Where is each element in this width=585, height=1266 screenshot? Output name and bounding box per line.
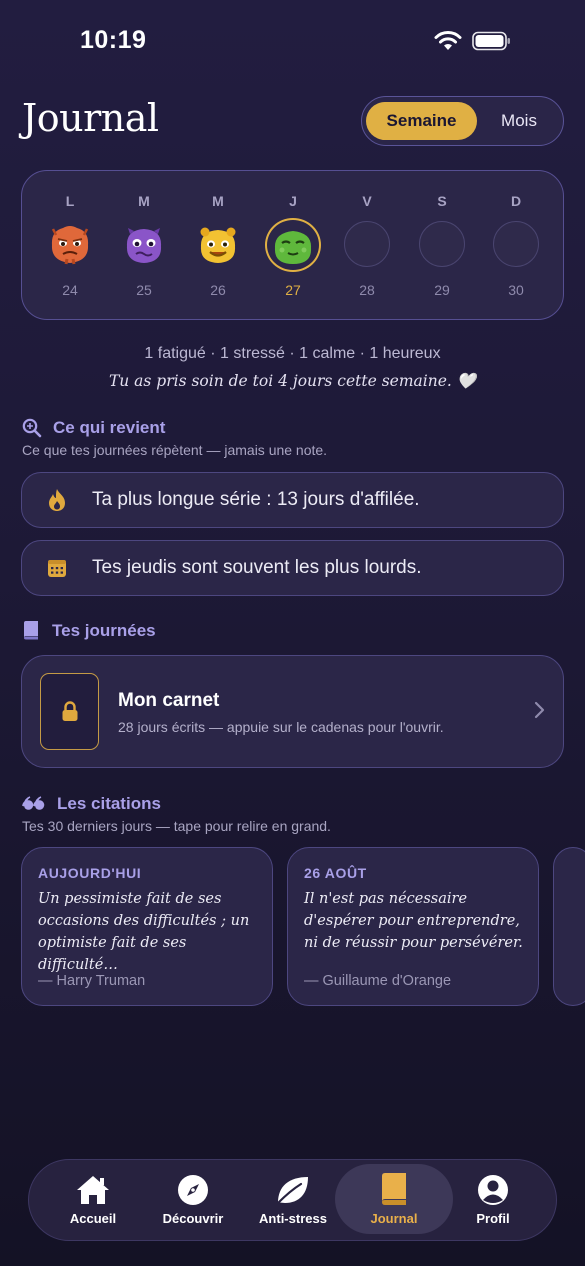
recurring-section-subtitle: Ce que tes journées répètent — jamais un… [22,442,328,458]
insight-weekday-card[interactable]: Tes jeudis sont souvent les plus lourds. [21,540,564,596]
stressed-monster-icon [126,228,162,263]
day-friday[interactable]: V 28 [337,171,397,321]
day-tuesday[interactable]: M 25 [114,171,174,321]
recurring-section-title: Ce qui revient [53,418,166,437]
flame-icon [49,489,65,511]
quote-date: AUJOURD'HUI [38,865,142,881]
empty-day-slot [419,221,465,267]
quote-author: — Guillaume d'Orange [304,973,452,989]
tab-label: Profil [476,1211,510,1226]
status-time: 10:19 [80,26,147,54]
day-letter: S [437,193,447,209]
quote-date: 26 AOÛT [304,865,367,881]
book-icon [24,621,38,640]
tab-anti-stress[interactable]: Anti-stress [243,1160,343,1240]
empty-day-slot [344,221,390,267]
insight-text: Tes jeudis sont souvent les plus lourds. [92,557,422,578]
notebook-title: Mon carnet [118,690,220,711]
quote-text: Il n'est pas nécessaire d'espérer pour e… [304,891,523,951]
day-number: 24 [62,282,78,298]
quote-icon [22,796,45,810]
lock-icon [62,700,77,721]
calendar-icon [48,560,66,577]
journeys-section-title: Tes journées [52,621,156,640]
tab-label: Découvrir [162,1211,224,1226]
quote-card-partial[interactable] [553,847,585,1006]
day-thursday[interactable]: J 27 [263,171,323,321]
segment-week-button[interactable]: Semaine [366,102,477,140]
home-icon [77,1176,109,1204]
book-icon [382,1173,406,1205]
quotes-section-subtitle: Tes 30 derniers jours — tape pour relire… [22,818,331,834]
lock-button[interactable] [40,673,99,750]
tab-profil[interactable]: Profil [443,1160,543,1240]
tab-label: Accueil [69,1211,117,1226]
quote-card[interactable]: 26 AOÛT Il n'est pas nécessaire d'espére… [287,847,539,1006]
day-letter: M [212,193,224,209]
empty-day-slot [493,221,539,267]
tab-bar: Accueil Découvrir Anti-stress Journal Pr… [28,1159,557,1241]
quote-text: Un pessimiste fait de ses occasions des … [38,891,250,973]
search-insight-icon [22,418,42,438]
tired-monster-icon [51,226,89,265]
quotes-section-title: Les citations [57,794,161,813]
page-title: Journal [22,96,159,140]
wifi-icon [434,31,462,50]
notebook-subtitle: 28 jours écrits — appuie sur le cadenas … [118,719,444,735]
compass-icon [178,1175,208,1205]
day-saturday[interactable]: S 29 [412,171,472,321]
day-letter: L [65,193,75,209]
day-number: 28 [359,282,375,298]
profile-icon [478,1175,508,1205]
tab-label: Journal [370,1211,418,1226]
insight-text: Ta plus longue série : 13 jours d'affilé… [92,489,420,510]
day-number: 26 [210,282,226,298]
week-note: Tu as pris soin de toi 4 jours cette sem… [108,372,477,390]
tab-decouvrir[interactable]: Découvrir [143,1160,243,1240]
day-wednesday[interactable]: M 26 [188,171,248,321]
leaf-icon [276,1177,308,1205]
insight-streak-card[interactable]: Ta plus longue série : 13 jours d'affilé… [21,472,564,528]
day-number: 27 [285,282,301,298]
quote-author: — Harry Truman [38,973,146,989]
day-number: 29 [434,282,450,298]
day-number: 25 [136,282,152,298]
calm-monster-icon [274,231,312,264]
segment-month-button[interactable]: Mois [480,102,558,140]
day-letter: J [289,193,297,209]
tab-accueil[interactable]: Accueil [43,1160,143,1240]
quote-card[interactable]: AUJOURD'HUI Un pessimiste fait de ses oc… [21,847,273,1006]
journal-notebook-card[interactable]: Mon carnet 28 jours écrits — appuie sur … [21,655,564,768]
day-number: 30 [508,282,524,298]
chevron-right-icon [534,701,545,719]
day-letter: V [362,193,372,209]
day-letter: D [510,193,522,209]
tab-journal[interactable]: Journal [335,1164,453,1234]
day-monday[interactable]: L 24 [40,171,100,321]
week-mood-card: L 24 M 25 M 26 J 27 V 28 S 29 D 30 [21,170,564,320]
happy-monster-icon [200,227,236,263]
day-sunday[interactable]: D 30 [486,171,546,321]
mood-summary: 1 fatigué · 1 stressé · 1 calme · 1 heur… [144,345,441,362]
battery-icon [472,31,510,51]
day-letter: M [138,193,150,209]
tab-label: Anti-stress [259,1211,327,1226]
period-segmented-control: Semaine Mois [361,96,564,146]
